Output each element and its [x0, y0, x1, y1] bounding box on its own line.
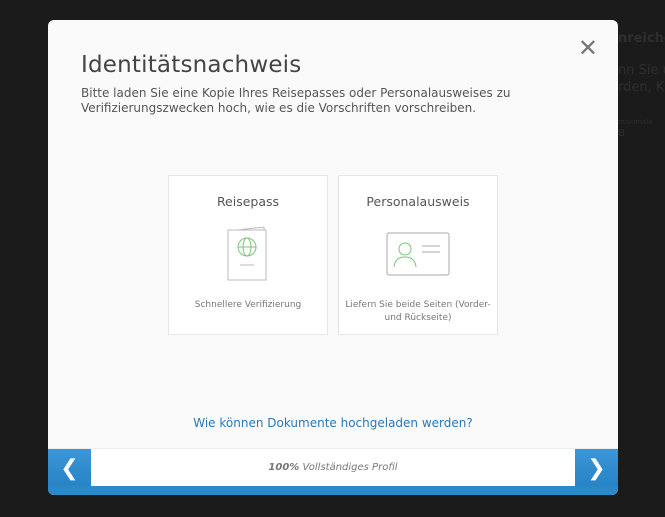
- progress-text: 100% Vollständiges Profil: [48, 462, 618, 473]
- modal-description: Bitte laden Sie eine Kopie Ihres Reisepa…: [81, 86, 511, 115]
- background-text: nn Sie u: [618, 63, 665, 78]
- option-personalausweis[interactable]: Personalausweis Liefern Sie beide Seiten…: [338, 175, 498, 335]
- background-text: B: [618, 128, 625, 139]
- close-icon[interactable]: ✕: [578, 36, 598, 60]
- background-text: nreichen: [618, 31, 665, 46]
- background-text: maximale: [618, 118, 653, 126]
- option-title: Reisepass: [216, 194, 280, 209]
- progress-footer: ❮ 100% Vollständiges Profil ❯: [48, 448, 618, 487]
- option-subtitle: Liefern Sie beide Seiten (Vorder- und Rü…: [345, 300, 491, 323]
- option-title: Personalausweis: [366, 194, 470, 209]
- id-card-icon: [339, 223, 497, 285]
- option-reisepass[interactable]: Reisepass Schnellere Verifizierung: [168, 175, 328, 335]
- progress-value: 100%: [268, 462, 300, 473]
- identity-modal: ✕ Identitätsnachweis Bitte laden Sie ein…: [48, 20, 618, 495]
- option-subtitle: Schnellere Verifizierung: [194, 300, 302, 310]
- chevron-right-icon[interactable]: ❯: [575, 449, 618, 487]
- modal-title: Identitätsnachweis: [81, 52, 302, 78]
- help-link[interactable]: Wie können Dokumente hochgeladen werden?: [48, 416, 618, 430]
- progress-bar: [48, 486, 618, 495]
- progress-label: Vollständiges Profil: [302, 462, 398, 473]
- passport-icon: [169, 223, 327, 285]
- background-text: rden, K: [618, 80, 665, 95]
